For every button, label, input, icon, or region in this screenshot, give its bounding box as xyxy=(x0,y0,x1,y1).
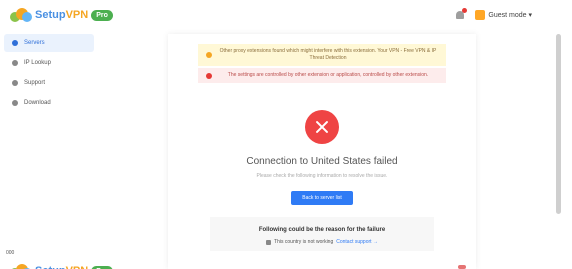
support-icon xyxy=(12,80,18,86)
notification-dot xyxy=(462,8,468,13)
warning-text: Other proxy extensions found which might… xyxy=(219,48,437,61)
logo-badge: Pro xyxy=(91,265,113,269)
sidebar-item-label: Support xyxy=(24,80,46,86)
sidebar-item-download[interactable]: Download xyxy=(4,94,94,112)
status-title: Connection to United States failed xyxy=(246,156,398,167)
download-icon xyxy=(12,100,18,106)
contact-support-link[interactable]: Contact support → xyxy=(336,239,378,245)
header-actions: Guest mode ▾ xyxy=(455,8,532,20)
app-logo[interactable]: SetupVPN Pro xyxy=(10,6,113,24)
sidebar-item-ip-lookup[interactable]: IP Lookup xyxy=(4,54,94,72)
checkbox-icon xyxy=(266,239,272,245)
status-subtitle: Please check the following information t… xyxy=(256,173,388,179)
logo-text: SetupVPN xyxy=(35,9,88,21)
sidebar-item-label: Servers xyxy=(24,40,45,46)
logo-icon xyxy=(10,262,32,269)
error-icon xyxy=(206,72,212,79)
warning-alert: Other proxy extensions found which might… xyxy=(198,44,446,66)
back-to-server-list-button[interactable]: Back to server list xyxy=(291,191,353,205)
sidebar: Servers IP Lookup Support Download xyxy=(4,34,94,114)
logo-text-main: Setup xyxy=(35,9,66,21)
reason-item: This country is not working Contact supp… xyxy=(218,239,426,245)
error-text: The settings are controlled by other ext… xyxy=(227,72,429,78)
warning-icon xyxy=(206,52,212,58)
sidebar-item-label: IP Lookup xyxy=(24,60,51,66)
bottom-indicator xyxy=(458,265,466,269)
reason-text: This country is not working xyxy=(274,239,334,245)
avatar xyxy=(475,10,486,20)
bottom-logo: SetupVPN Pro xyxy=(10,262,113,269)
scrollbar[interactable] xyxy=(556,34,561,214)
sidebar-item-servers[interactable]: Servers xyxy=(4,34,94,52)
logo-text-accent: VPN xyxy=(65,9,89,21)
user-name: Guest mode ▾ xyxy=(488,12,532,19)
logo-text: SetupVPN xyxy=(35,265,88,269)
failure-reasons-box: Following could be the reason for the fa… xyxy=(210,217,434,251)
globe-icon xyxy=(12,40,18,46)
sidebar-item-support[interactable]: Support xyxy=(4,74,94,92)
logo-text-accent: VPN xyxy=(66,265,89,269)
main-panel: Other proxy extensions found which might… xyxy=(168,34,476,269)
sidebar-item-label: Download xyxy=(24,100,51,106)
reasons-title: Following could be the reason for the fa… xyxy=(258,227,386,233)
logo-badge: Pro xyxy=(91,9,113,21)
failed-x-icon xyxy=(305,110,339,144)
logo-text-main: Setup xyxy=(35,265,66,269)
error-alert: The settings are controlled by other ext… xyxy=(198,68,446,83)
logo-icon xyxy=(10,6,32,24)
notification-bell-icon[interactable] xyxy=(455,8,468,20)
location-icon xyxy=(12,60,18,66)
user-menu[interactable]: Guest mode ▾ xyxy=(475,10,532,20)
bottom-label: 000 xyxy=(6,250,15,256)
